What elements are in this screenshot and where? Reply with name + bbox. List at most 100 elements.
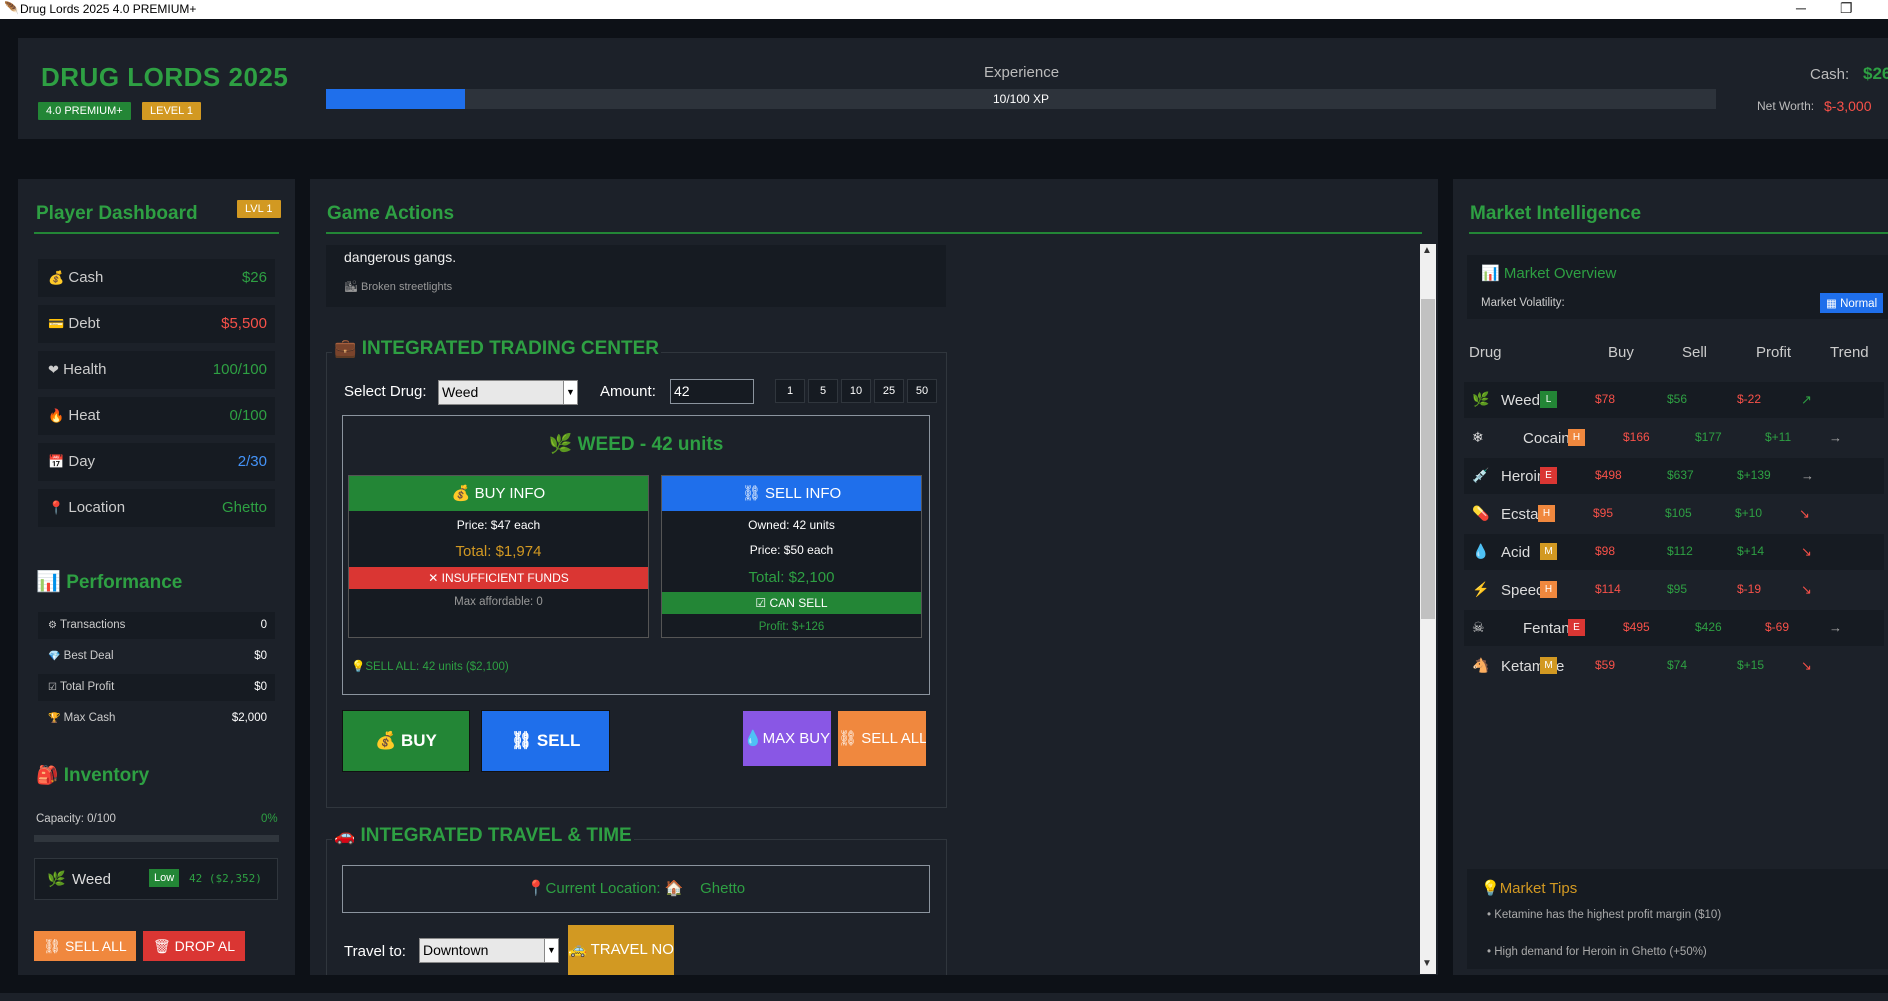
quick-amount-50[interactable]: 50	[907, 379, 937, 403]
trade-heading-text: WEED - 42 units	[577, 434, 724, 455]
market-row-weed[interactable]: 🌿 Weed L $78 $56 $-22 ↗	[1464, 382, 1884, 418]
restore-button[interactable]: ❐	[1840, 0, 1853, 17]
sell-price: $56	[1667, 392, 1688, 406]
trend-arrow-icon: →	[1829, 430, 1842, 445]
scroll-up-arrow[interactable]: ▲	[1422, 245, 1432, 256]
inventory-sell-all-button[interactable]: ⛓ SELL ALL	[34, 931, 136, 961]
stat-value: Ghetto	[221, 499, 267, 516]
minimize-button[interactable]: ─	[1796, 0, 1806, 16]
market-overview-title: 📊 Market Overview	[1481, 264, 1616, 282]
risk-level-badge: H	[1568, 429, 1585, 446]
market-row-ketamine[interactable]: 🐴 Ketamine M $59 $74 $+15 ↘	[1464, 648, 1884, 684]
chevron-down-icon[interactable]: ▼	[563, 381, 577, 404]
buy-price: $166	[1623, 430, 1650, 444]
stat-value: $26	[241, 269, 267, 286]
sell-all-button[interactable]: ⛓ SELL ALL	[838, 711, 926, 766]
inventory-item[interactable]: 🌿 Weed Low 42 ($2,352)	[34, 858, 278, 900]
travel-now-label: TRAVEL NOW	[590, 941, 674, 958]
sell-button-label: SELL	[536, 731, 581, 750]
quick-amount-10[interactable]: 10	[841, 379, 871, 403]
risk-level-badge: M	[1540, 657, 1557, 674]
location-pin-icon: 📍	[48, 500, 65, 515]
travel-to-label: Travel to:	[344, 943, 406, 960]
scrollbar[interactable]: ▲ ▼	[1420, 244, 1436, 974]
max-buy-button[interactable]: 💧MAX BUY	[743, 711, 831, 766]
performance-row: ☑ Total Profit $0	[38, 674, 275, 701]
risk-level-badge: M	[1540, 543, 1557, 560]
quick-amount-5[interactable]: 5	[808, 379, 838, 403]
profit-value: $+139	[1737, 468, 1771, 482]
buy-total: Total: $1,974	[455, 543, 542, 560]
performance-value: 0	[260, 619, 267, 631]
sell-info-header: ⛓ SELL INFO	[662, 476, 921, 511]
destination-select[interactable]: Downtown ▼	[419, 938, 559, 963]
sell-button[interactable]: ⛓ SELL	[481, 710, 610, 772]
performance-title: 📊 Performance	[36, 571, 183, 593]
buy-price: $78	[1595, 392, 1616, 406]
networth-value: $-3,000	[1824, 98, 1872, 114]
market-row-cocaine[interactable]: ❄ Cocaine H $166 $177 $+11 →	[1464, 420, 1884, 456]
drug-select[interactable]: Weed ▼	[438, 380, 578, 405]
buy-button[interactable]: 💰 BUY	[342, 710, 470, 772]
divider	[1469, 232, 1888, 234]
experience-label: Experience	[984, 64, 1060, 81]
market-row-heroin[interactable]: 💉 Heroin E $498 $637 $+139 →	[1464, 458, 1884, 494]
briefcase-icon: 💼	[334, 338, 357, 358]
inventory-item-name: Weed	[72, 871, 111, 888]
chevron-down-icon[interactable]: ▼	[544, 939, 558, 962]
networth-label: Net Worth:	[1757, 99, 1815, 113]
quick-amount-1[interactable]: 1	[775, 379, 805, 403]
stat-value: 100/100	[212, 361, 267, 378]
quick-amount-25[interactable]: 25	[874, 379, 904, 403]
travel-now-button[interactable]: 🚕 TRAVEL NOW	[568, 925, 674, 975]
event-note-text: Broken streetlights	[361, 281, 453, 293]
performance-row: ⚙ Transactions 0	[38, 612, 275, 639]
drop-all-label: DROP AL	[174, 938, 236, 954]
market-tip-1: • Ketamine has the highest profit margin…	[1487, 909, 1722, 921]
player-dashboard-panel: Player Dashboard LVL 1 💰 Cash $26 💳 Debt $5…	[18, 179, 295, 975]
drug-name: Heroin	[1501, 468, 1546, 485]
actions-scroll-area: dangerous gangs. 🏙 Broken streetlights 💼…	[310, 245, 1418, 975]
snowflake-icon: ❄	[1472, 429, 1484, 445]
drop-all-button[interactable]: 🗑 DROP AL	[143, 931, 245, 961]
market-tips-title-text: Market Tips	[1499, 880, 1578, 897]
max-affordable: Max affordable: 0	[454, 596, 543, 608]
amount-input[interactable]: 42	[670, 379, 754, 404]
game-actions-panel: Game Actions ▲ ▼ dangerous gangs. 🏙 Brok…	[310, 179, 1438, 975]
market-column-header: Sell	[1682, 344, 1708, 361]
checkbox-icon: ☑	[48, 682, 57, 693]
profit-value: $-19	[1737, 582, 1762, 596]
trend-arrow-icon: ↘	[1801, 658, 1812, 673]
buy-price: $59	[1595, 658, 1616, 672]
risk-level-badge: E	[1568, 619, 1585, 636]
trading-center-title-text: INTEGRATED TRADING CENTER	[361, 338, 660, 359]
drug-select-value: Weed	[442, 384, 479, 400]
scroll-down-arrow[interactable]: ▼	[1422, 958, 1432, 969]
market-row-fentanyl[interactable]: ☠ Fentanyl E $495 $426 $-69 →	[1464, 610, 1884, 646]
scrollbar-thumb[interactable]	[1421, 299, 1435, 619]
performance-label: Best Deal	[63, 650, 114, 662]
drug-name: Weed	[1501, 392, 1540, 409]
market-row-speed[interactable]: ⚡ Speed H $114 $95 $-19 ↘	[1464, 572, 1884, 608]
sell-all-label: SELL ALL	[861, 730, 926, 747]
diamond-icon: 💎	[48, 651, 61, 662]
risk-level-badge: E	[1540, 467, 1557, 484]
market-row-ecstasy[interactable]: 💊 Ecstasy H $95 $105 $+10 ↘	[1464, 496, 1884, 532]
event-card: dangerous gangs. 🏙 Broken streetlights	[326, 245, 946, 307]
checkbox-icon: ☑	[755, 596, 767, 610]
buy-info-title: BUY INFO	[474, 485, 546, 502]
capacity-label: Capacity: 0/100	[36, 813, 116, 825]
trend-arrow-icon: ↗	[1801, 392, 1812, 407]
profit-value: $+15	[1737, 658, 1765, 672]
trade-heading: 🌿 WEED - 42 units	[343, 432, 929, 456]
home-icon: 🏠	[664, 880, 684, 897]
capacity-bar	[34, 835, 279, 842]
game-actions-title: Game Actions	[327, 203, 455, 224]
dashboard-title: Player Dashboard	[36, 203, 198, 224]
profit-value: $+14	[1737, 544, 1765, 558]
lvl-badge: LVL 1	[237, 200, 281, 218]
market-column-header: Trend	[1830, 344, 1869, 361]
market-tips-title: 💡Market Tips	[1481, 879, 1577, 897]
market-row-acid[interactable]: 💧 Acid M $98 $112 $+14 ↘	[1464, 534, 1884, 570]
sell-price: $74	[1667, 658, 1688, 672]
